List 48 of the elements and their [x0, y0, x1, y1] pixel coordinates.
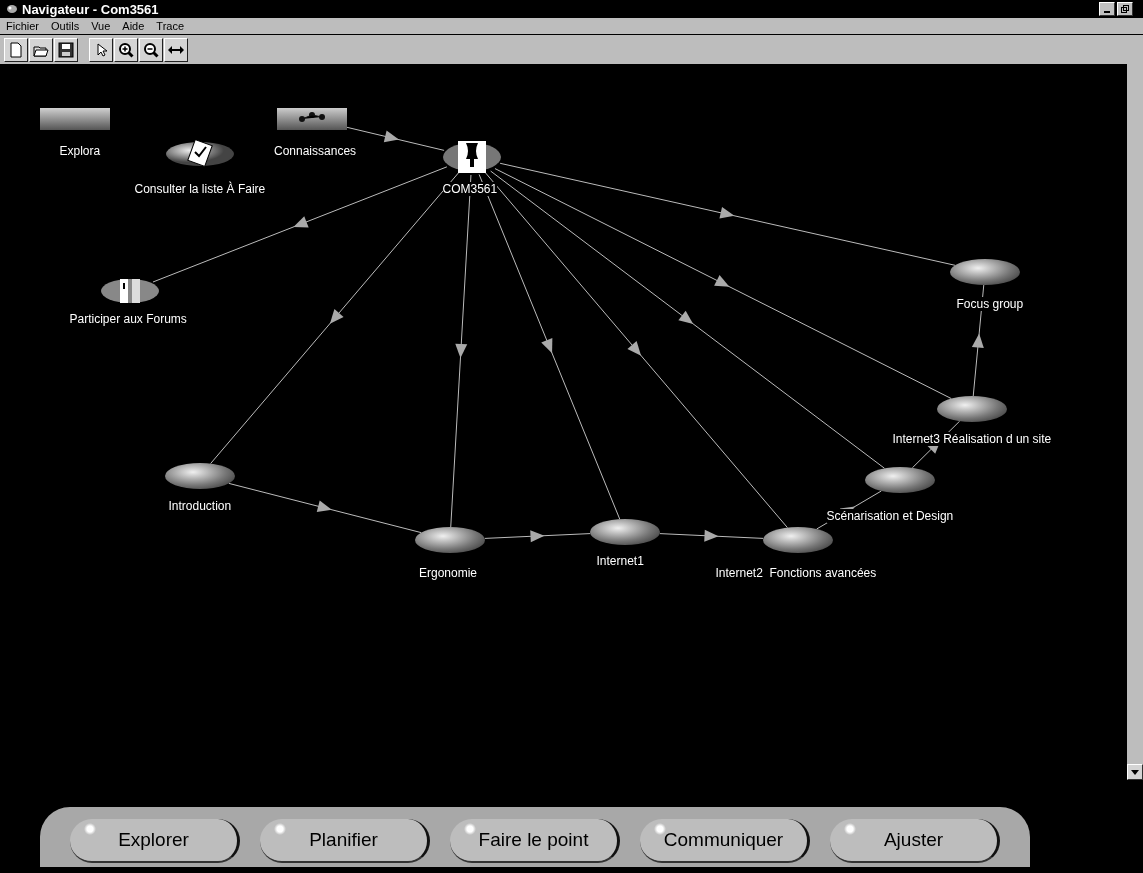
node-label[interactable]: Focus group — [956, 297, 1024, 311]
down-arrow-icon — [1131, 769, 1139, 775]
node-label[interactable]: Internet1 — [596, 554, 644, 568]
app-icon — [6, 4, 18, 14]
toolbar-button[interactable] — [139, 37, 163, 62]
menu-item[interactable]: Fichier — [6, 20, 39, 32]
minimize-button[interactable] — [1099, 2, 1115, 16]
toolbar-button[interactable] — [114, 37, 138, 62]
node-label[interactable]: Participer aux Forums — [69, 312, 187, 326]
node-ellipse[interactable] — [165, 463, 235, 489]
new-file-icon — [7, 40, 25, 59]
scrollbar[interactable] — [1127, 64, 1143, 780]
node-label[interactable]: Connaissances — [274, 144, 357, 158]
node-label[interactable]: Internet2 Fonctions avancées — [715, 566, 877, 580]
node-label[interactable]: Consulter la liste À Faire — [134, 182, 266, 196]
action-button[interactable]: Planifier — [260, 819, 430, 863]
network-icon[interactable] — [277, 108, 347, 130]
toolbar-button[interactable] — [164, 37, 188, 62]
zoom-in-icon — [117, 40, 135, 59]
checklist-icon[interactable] — [165, 140, 235, 168]
toolbar-button[interactable] — [54, 37, 78, 62]
restore-button[interactable] — [1117, 2, 1133, 16]
toolbar-button[interactable] — [29, 37, 53, 62]
node-label[interactable]: COM3561 — [442, 182, 498, 196]
window-title: Navigateur - Com3561 — [22, 1, 159, 17]
node-ellipse[interactable] — [950, 259, 1020, 285]
action-button[interactable]: Communiquer — [640, 819, 810, 863]
node-label[interactable]: Scénarisation et Design — [826, 509, 954, 523]
action-button[interactable]: Explorer — [70, 819, 240, 863]
menu-item[interactable]: Vue — [91, 20, 111, 32]
menu-item[interactable]: Aide — [122, 20, 145, 32]
action-button[interactable]: Faire le point — [450, 819, 620, 863]
menu-item[interactable]: Outils — [51, 20, 80, 32]
node-label[interactable]: Explora — [59, 144, 101, 158]
node-label[interactable]: Introduction — [168, 499, 232, 513]
scroll-down-button[interactable] — [1127, 764, 1143, 780]
toolbar-button[interactable] — [89, 37, 113, 62]
restore-icon — [1121, 5, 1129, 13]
menu-item[interactable]: Trace — [156, 20, 185, 32]
node-ellipse[interactable] — [415, 527, 485, 553]
zoom-out-icon — [142, 40, 160, 59]
puzzle-icon[interactable] — [442, 139, 502, 175]
node-label[interactable]: Ergonomie — [419, 566, 478, 580]
node-box[interactable] — [40, 108, 110, 130]
toolbar-button[interactable] — [4, 37, 28, 62]
forum-icon[interactable] — [100, 277, 160, 305]
node-label[interactable]: Internet3 Réalisation d un site — [892, 432, 1052, 446]
action-button[interactable]: Ajuster — [830, 819, 1000, 863]
